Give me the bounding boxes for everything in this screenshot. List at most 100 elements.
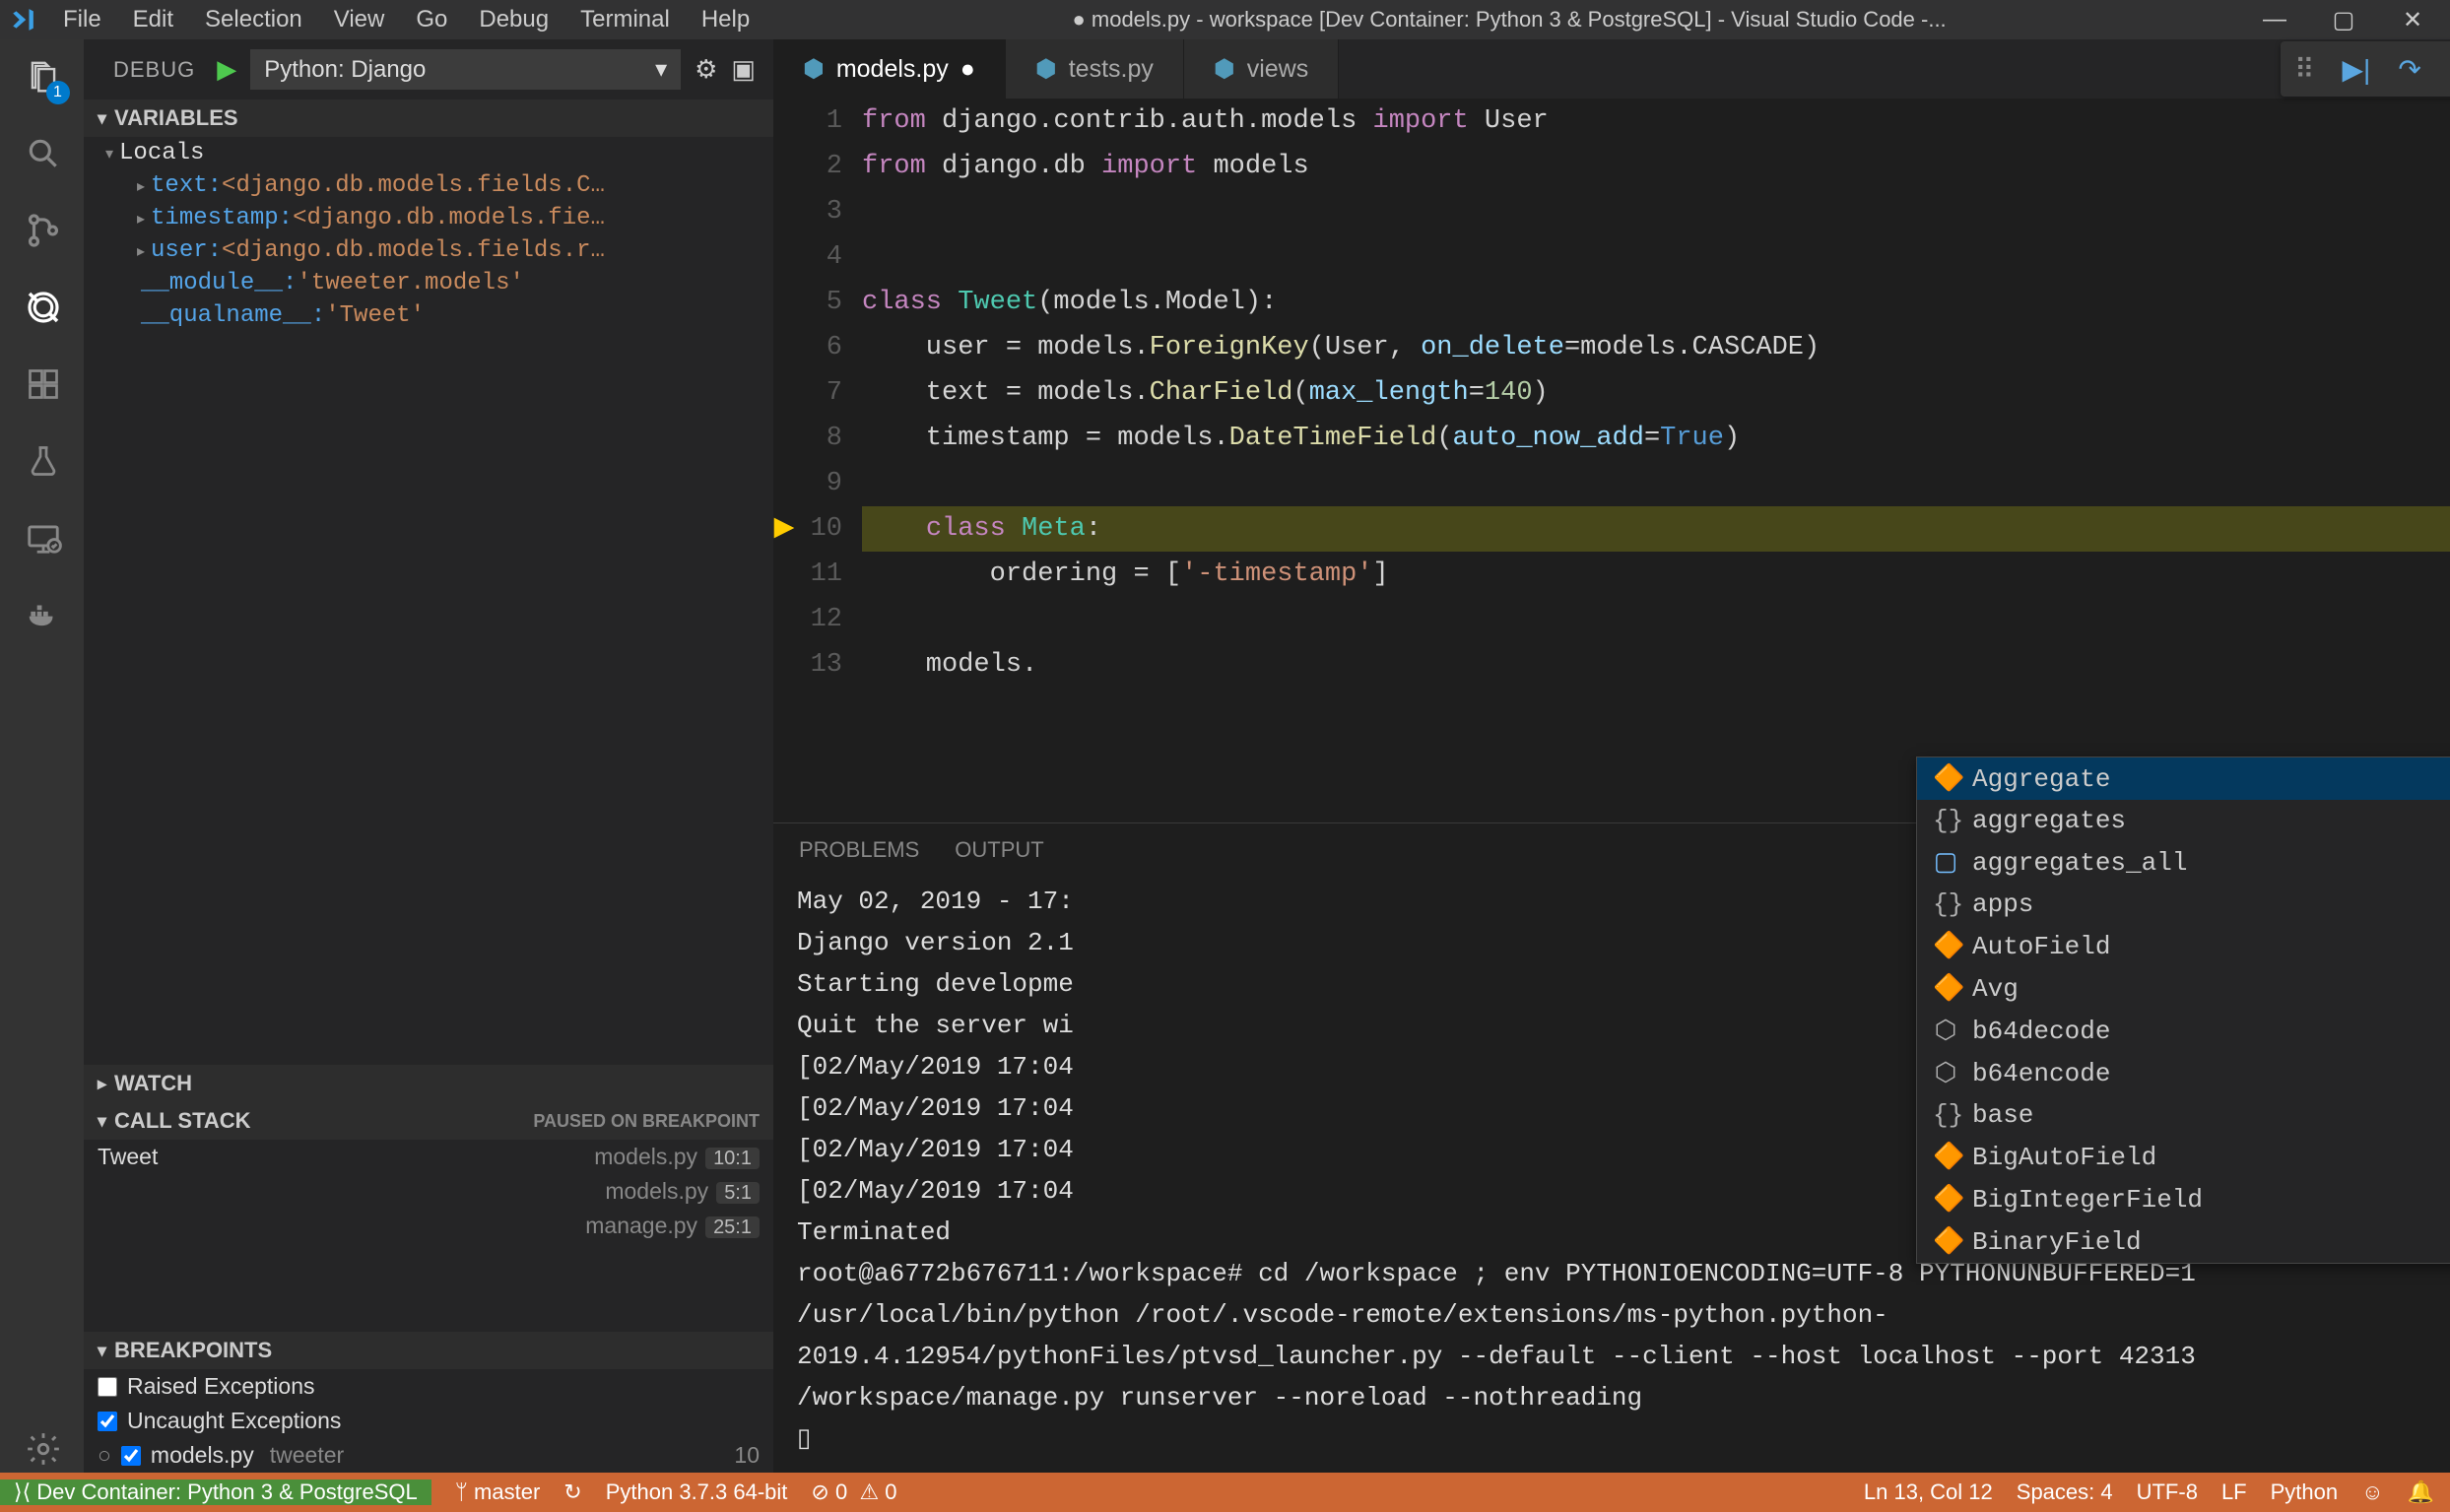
breakpoints-section[interactable]: ▾ BREAKPOINTS xyxy=(84,1332,773,1369)
continue-icon[interactable]: ▶| xyxy=(2343,53,2371,86)
breakpoints-body: Raised ExceptionsUncaught Exceptions○mod… xyxy=(84,1369,773,1473)
suggest-item[interactable]: {}base xyxy=(1917,1094,2450,1136)
remote-explorer-icon[interactable] xyxy=(19,514,66,561)
class-icon: 🔶 xyxy=(1933,931,1958,961)
maximize-icon[interactable]: ▢ xyxy=(2324,6,2363,34)
variable-row[interactable]: ▸user: <django.db.models.fields.r… xyxy=(101,234,773,267)
debug-icon[interactable] xyxy=(19,284,66,331)
stack-frame[interactable]: Tweetmodels.py10:1 xyxy=(84,1140,773,1174)
close-icon[interactable]: ✕ xyxy=(2393,6,2432,34)
git-branch[interactable]: ᛘ master xyxy=(455,1479,541,1505)
breakpoints-title: BREAKPOINTS xyxy=(114,1338,272,1363)
suggest-widget[interactable]: 🔶Aggregatei{}aggregates▢aggregates_all{}… xyxy=(1916,756,2450,1264)
code-lines[interactable]: from django.contrib.auth.models import U… xyxy=(862,99,2450,822)
indentation[interactable]: Spaces: 4 xyxy=(2017,1479,2113,1505)
variable-row[interactable]: ▸text: <django.db.models.fields.C… xyxy=(101,169,773,202)
search-icon[interactable] xyxy=(19,130,66,177)
class-icon: 🔶 xyxy=(1933,1142,1958,1172)
menu-item-debug[interactable]: Debug xyxy=(465,2,563,37)
suggest-item[interactable]: ▢aggregates_all xyxy=(1917,841,2450,884)
settings-gear-icon[interactable] xyxy=(19,1425,66,1473)
extensions-icon[interactable] xyxy=(19,361,66,408)
debug-config-select[interactable]: Python: Django ▾ xyxy=(250,49,681,90)
panel-tab-output[interactable]: OUTPUT xyxy=(953,833,1045,867)
editor-tab[interactable]: ⬢models.py● xyxy=(773,39,1006,99)
suggest-item[interactable]: {}aggregates xyxy=(1917,800,2450,841)
remote-indicator[interactable]: ⟩⟨ Dev Container: Python 3 & PostgreSQL xyxy=(0,1479,431,1505)
sync-icon[interactable]: ↻ xyxy=(563,1479,581,1505)
menu-item-file[interactable]: File xyxy=(49,2,115,37)
variables-body: ▾ Locals ▸text: <django.db.models.fields… xyxy=(84,137,773,332)
suggest-item[interactable]: 🔶BigAutoField xyxy=(1917,1136,2450,1178)
drag-handle-icon[interactable]: ⠿ xyxy=(2294,53,2315,86)
debug-console-icon[interactable]: ▣ xyxy=(731,54,756,85)
variable-row[interactable]: __module__: 'tweeter.models' xyxy=(101,267,773,299)
class-icon: 🔶 xyxy=(1933,763,1958,794)
breakpoint-checkbox[interactable] xyxy=(121,1446,141,1466)
menubar: FileEditSelectionViewGoDebugTerminalHelp xyxy=(49,2,763,37)
watch-title: WATCH xyxy=(114,1071,192,1096)
menu-item-terminal[interactable]: Terminal xyxy=(566,2,684,37)
suggest-item[interactable]: ⬡b64encode xyxy=(1917,1052,2450,1094)
editor-tabs: ⬢models.py●⬢tests.py⬢views ⇆ ◧ ⋯ xyxy=(773,39,2450,99)
breakpoint-row[interactable]: Uncaught Exceptions xyxy=(84,1404,773,1438)
python-file-icon: ⬢ xyxy=(1035,54,1057,84)
step-over-icon[interactable]: ↷ xyxy=(2398,53,2420,86)
variable-row[interactable]: ▸timestamp: <django.db.models.fie… xyxy=(101,202,773,234)
menu-item-edit[interactable]: Edit xyxy=(119,2,187,37)
language-mode[interactable]: Python xyxy=(2271,1479,2339,1505)
editor-tab[interactable]: ⬢tests.py xyxy=(1006,39,1184,99)
chevron-right-icon: ▸ xyxy=(98,1074,106,1094)
eol[interactable]: LF xyxy=(2221,1479,2247,1505)
ns-icon: {} xyxy=(1933,889,1958,919)
start-debug-icon[interactable]: ▶ xyxy=(217,54,236,85)
suggest-item[interactable]: 🔶BigIntegerField xyxy=(1917,1178,2450,1220)
remote-icon: ⟩⟨ xyxy=(14,1479,31,1505)
variable-row[interactable]: __qualname__: 'Tweet' xyxy=(101,299,773,332)
problems-status[interactable]: ⊘ 0 ⚠ 0 xyxy=(811,1479,896,1505)
suggest-item[interactable]: {}apps xyxy=(1917,884,2450,925)
encoding[interactable]: UTF-8 xyxy=(2137,1479,2198,1505)
beaker-icon[interactable] xyxy=(19,437,66,485)
menu-item-view[interactable]: View xyxy=(320,2,399,37)
variables-section[interactable]: ▾ VARIABLES xyxy=(84,99,773,137)
source-control-icon[interactable] xyxy=(19,207,66,254)
suggest-item[interactable]: 🔶Aggregatei xyxy=(1917,757,2450,800)
menu-item-selection[interactable]: Selection xyxy=(191,2,316,37)
cursor-position[interactable]: Ln 13, Col 12 xyxy=(1864,1479,1993,1505)
breakpoint-checkbox[interactable] xyxy=(98,1377,117,1397)
minimize-icon[interactable]: ― xyxy=(2255,6,2294,34)
menu-item-go[interactable]: Go xyxy=(402,2,461,37)
docker-icon[interactable] xyxy=(19,591,66,638)
suggest-item[interactable]: 🔶Avg xyxy=(1917,967,2450,1010)
debug-toolbar[interactable]: ⠿ ▶| ↷ ↓ ↑ ↻ ■ xyxy=(2281,41,2450,97)
debug-settings-icon[interactable]: ⚙ xyxy=(695,54,717,85)
feedback-icon[interactable]: ☺ xyxy=(2361,1479,2383,1505)
panel-tab-problems[interactable]: PROBLEMS xyxy=(797,833,921,867)
statusbar: ⟩⟨ Dev Container: Python 3 & PostgreSQL … xyxy=(0,1473,2450,1512)
window-title: ● models.py - workspace [Dev Container: … xyxy=(763,7,2255,33)
notifications-icon[interactable]: 🔔 xyxy=(2408,1479,2434,1505)
editor-tab[interactable]: ⬢views xyxy=(1184,39,1339,99)
chevron-right-icon: ▸ xyxy=(137,176,145,196)
suggest-item[interactable]: 🔶AutoField xyxy=(1917,925,2450,967)
menu-item-help[interactable]: Help xyxy=(688,2,763,37)
chevron-down-icon: ▾ xyxy=(105,144,113,164)
explorer-icon[interactable] xyxy=(19,53,66,100)
breakpoint-row[interactable]: ○models.pytweeter10 xyxy=(84,1438,773,1473)
breakpoint-row[interactable]: Raised Exceptions xyxy=(84,1369,773,1404)
stack-frame[interactable]: models.py5:1 xyxy=(84,1174,773,1209)
code-editor[interactable]: 123456789▶ 10111213 from django.contrib.… xyxy=(773,99,2450,822)
suggest-item[interactable]: 🔶BinaryField xyxy=(1917,1220,2450,1263)
stack-frame[interactable]: manage.py25:1 xyxy=(84,1209,773,1243)
debug-header: DEBUG ▶ Python: Django ▾ ⚙ ▣ xyxy=(84,39,773,99)
suggest-item[interactable]: ⬡b64decode xyxy=(1917,1010,2450,1052)
titlebar: FileEditSelectionViewGoDebugTerminalHelp… xyxy=(0,0,2450,39)
python-file-icon: ⬢ xyxy=(1214,54,1235,84)
editor-area: ⬢models.py●⬢tests.py⬢views ⇆ ◧ ⋯ ⠿ ▶| ↷ … xyxy=(773,39,2450,1473)
scope-locals[interactable]: ▾ Locals xyxy=(101,137,773,169)
python-interpreter[interactable]: Python 3.7.3 64-bit xyxy=(606,1479,788,1505)
breakpoint-checkbox[interactable] xyxy=(98,1412,117,1431)
callstack-section[interactable]: ▾ CALL STACK PAUSED ON BREAKPOINT xyxy=(84,1102,773,1140)
watch-section[interactable]: ▸ WATCH xyxy=(84,1065,773,1102)
